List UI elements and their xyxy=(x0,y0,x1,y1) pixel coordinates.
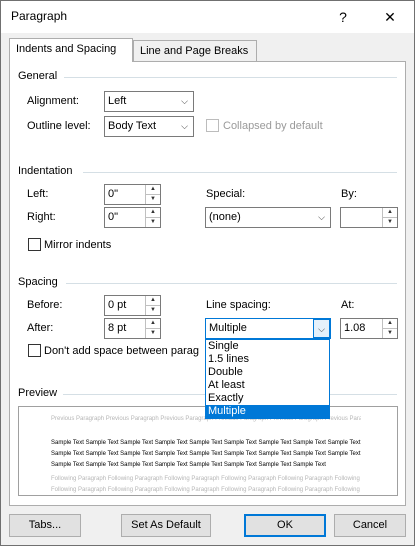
preview-heading: Preview xyxy=(18,387,58,399)
close-button[interactable]: ✕ xyxy=(368,1,412,33)
arrow-down-icon[interactable]: ▼ xyxy=(383,217,397,226)
by-label: By: xyxy=(341,188,357,200)
mirror-indents-checkbox[interactable] xyxy=(28,238,41,251)
outline-level-value: Body Text xyxy=(108,120,157,132)
spacing-heading: Spacing xyxy=(18,276,58,288)
at-stepper[interactable]: 1.08 ▲ ▼ xyxy=(340,318,398,339)
option-double[interactable]: Double xyxy=(206,366,329,379)
option-multiple[interactable]: Multiple xyxy=(206,405,329,418)
line-spacing-select[interactable]: Multiple ⌵ xyxy=(205,318,331,339)
option-at-least[interactable]: At least xyxy=(206,379,329,392)
option-1-5-lines[interactable]: 1.5 lines xyxy=(206,353,329,366)
arrow-down-icon[interactable]: ▼ xyxy=(146,217,160,226)
left-indent-label: Left: xyxy=(27,188,49,200)
arrow-up-icon[interactable]: ▲ xyxy=(383,208,397,217)
at-value: 1.08 xyxy=(344,322,366,334)
spacing-divider xyxy=(66,283,397,284)
special-select[interactable]: (none) ⌵ xyxy=(205,207,331,228)
special-label: Special: xyxy=(206,188,246,200)
title-bar: Paragraph ? ✕ xyxy=(1,1,414,33)
stepper-buttons: ▲ ▼ xyxy=(382,319,397,338)
cancel-button[interactable]: Cancel xyxy=(334,514,406,537)
preview-sample-line: Sample Text Sample Text Sample Text Samp… xyxy=(51,462,326,468)
preview-box: Previous Paragraph Previous Paragraph Pr… xyxy=(18,406,398,496)
stepper-buttons: ▲ ▼ xyxy=(145,185,160,204)
by-stepper[interactable]: ▲ ▼ xyxy=(340,207,398,228)
at-label: At: xyxy=(341,299,355,311)
alignment-value: Left xyxy=(108,95,127,107)
tab-line-and-page-breaks[interactable]: Line and Page Breaks xyxy=(133,40,257,62)
before-label: Before: xyxy=(27,299,63,311)
arrow-down-icon[interactable]: ▼ xyxy=(146,305,160,314)
chevron-down-icon: ⌵ xyxy=(181,96,188,106)
outline-level-label: Outline level: xyxy=(27,120,91,132)
arrow-down-icon[interactable]: ▼ xyxy=(146,328,160,337)
stepper-buttons: ▲ ▼ xyxy=(382,208,397,227)
line-spacing-dropdown: Single 1.5 lines Double At least Exactly… xyxy=(205,339,330,419)
arrow-up-icon[interactable]: ▲ xyxy=(383,319,397,328)
collapsed-label: Collapsed by default xyxy=(223,120,323,132)
dont-add-space-checkbox[interactable] xyxy=(28,344,41,357)
line-spacing-value: Multiple xyxy=(209,322,247,334)
arrow-up-icon[interactable]: ▲ xyxy=(146,208,160,217)
line-spacing-label: Line spacing: xyxy=(206,299,271,311)
dont-add-space-label: Don't add space between parag xyxy=(44,345,199,357)
general-divider xyxy=(64,77,397,78)
after-label: After: xyxy=(27,322,54,334)
left-indent-value: 0" xyxy=(108,188,119,200)
stepper-buttons: ▲ ▼ xyxy=(145,296,160,315)
help-button[interactable]: ? xyxy=(321,1,365,33)
general-heading: General xyxy=(18,70,58,82)
mirror-indents-label: Mirror indents xyxy=(44,239,112,251)
special-value: (none) xyxy=(209,211,241,223)
chevron-down-icon: ⌵ xyxy=(181,121,188,131)
tabs-button[interactable]: Tabs... xyxy=(9,514,81,537)
alignment-select[interactable]: Left ⌵ xyxy=(104,91,194,112)
indentation-heading: Indentation xyxy=(18,165,73,177)
preview-following-paragraph: Following Paragraph Following Paragraph … xyxy=(51,476,361,482)
indentation-divider xyxy=(83,172,397,173)
paragraph-dialog: Paragraph ? ✕ Indents and Spacing Line a… xyxy=(0,0,415,546)
arrow-down-icon[interactable]: ▼ xyxy=(383,328,397,337)
before-stepper[interactable]: 0 pt ▲ ▼ xyxy=(104,295,161,316)
preview-sample-line: Sample Text Sample Text Sample Text Samp… xyxy=(51,451,361,457)
collapsed-checkbox[interactable] xyxy=(206,119,219,132)
preview-following-paragraph: Following Paragraph Following Paragraph … xyxy=(51,487,361,493)
alignment-label: Alignment: xyxy=(27,95,79,107)
after-value: 8 pt xyxy=(108,322,127,334)
option-single[interactable]: Single xyxy=(206,340,329,353)
chevron-down-icon: ⌵ xyxy=(318,212,325,222)
arrow-up-icon[interactable]: ▲ xyxy=(146,319,160,328)
preview-sample-line: Sample Text Sample Text Sample Text Samp… xyxy=(51,440,361,446)
arrow-up-icon[interactable]: ▲ xyxy=(146,185,160,194)
right-indent-label: Right: xyxy=(27,211,56,223)
set-as-default-button[interactable]: Set As Default xyxy=(121,514,211,537)
arrow-up-icon[interactable]: ▲ xyxy=(146,296,160,305)
ok-button[interactable]: OK xyxy=(244,514,326,537)
outline-level-select[interactable]: Body Text ⌵ xyxy=(104,116,194,137)
stepper-buttons: ▲ ▼ xyxy=(145,319,160,338)
tab-indents-and-spacing[interactable]: Indents and Spacing xyxy=(9,38,133,62)
chevron-down-icon: ⌵ xyxy=(313,319,330,338)
stepper-buttons: ▲ ▼ xyxy=(145,208,160,227)
arrow-down-icon[interactable]: ▼ xyxy=(146,194,160,203)
before-value: 0 pt xyxy=(108,299,127,311)
right-indent-value: 0" xyxy=(108,211,119,223)
option-exactly[interactable]: Exactly xyxy=(206,392,329,405)
dialog-title: Paragraph xyxy=(11,9,68,23)
left-indent-stepper[interactable]: 0" ▲ ▼ xyxy=(104,184,161,205)
right-indent-stepper[interactable]: 0" ▲ ▼ xyxy=(104,207,161,228)
after-stepper[interactable]: 8 pt ▲ ▼ xyxy=(104,318,161,339)
